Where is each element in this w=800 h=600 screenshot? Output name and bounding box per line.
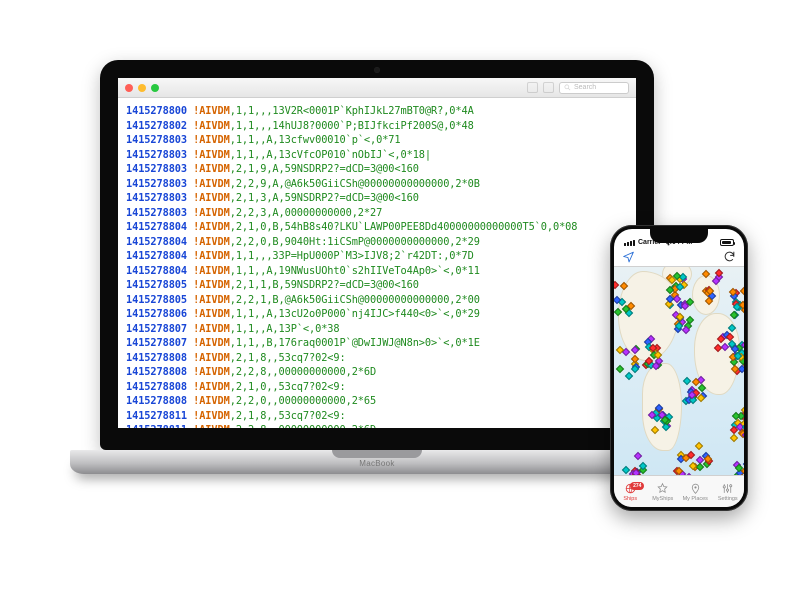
tab-label: MyShips xyxy=(652,496,673,502)
minimize-icon[interactable] xyxy=(138,84,146,92)
ship-markers-layer xyxy=(614,267,744,475)
laptop-bezel: Search 1415278800 !AIVDM,1,1,,,13V2R<000… xyxy=(100,60,654,450)
tab-bar: 274 Ships MyShips My Places Settings xyxy=(614,475,744,507)
sidebar-toggle-icon[interactable] xyxy=(527,82,538,93)
signal-icon xyxy=(624,240,635,246)
ship-marker[interactable] xyxy=(619,281,627,289)
ship-marker[interactable] xyxy=(624,371,632,379)
iphone-device: Carrier 3:04 PM 274 xyxy=(610,225,748,511)
window-titlebar[interactable]: Search xyxy=(118,78,636,98)
macbook-device: Search 1415278800 !AIVDM,1,1,,,13V2R<000… xyxy=(70,60,684,510)
iphone-screen: Carrier 3:04 PM 274 xyxy=(614,229,744,507)
ship-marker[interactable] xyxy=(695,442,703,450)
tab-ships[interactable]: 274 Ships xyxy=(614,476,647,507)
view-mode-icon[interactable] xyxy=(543,82,554,93)
ship-marker[interactable] xyxy=(683,376,691,384)
search-input[interactable]: Search xyxy=(559,82,629,94)
nav-bar xyxy=(614,247,744,267)
refresh-icon[interactable] xyxy=(723,250,736,263)
laptop-brand-label: MacBook xyxy=(359,459,394,468)
search-placeholder: Search xyxy=(574,84,596,91)
traffic-lights xyxy=(125,84,159,92)
laptop-screen: Search 1415278800 !AIVDM,1,1,,,13V2R<000… xyxy=(118,78,636,428)
ship-marker[interactable] xyxy=(702,270,710,278)
close-icon[interactable] xyxy=(125,84,133,92)
ship-marker[interactable] xyxy=(614,280,619,288)
search-icon xyxy=(564,84,571,91)
ship-marker[interactable] xyxy=(740,287,744,295)
zoom-icon[interactable] xyxy=(151,84,159,92)
ais-log-viewer[interactable]: 1415278800 !AIVDM,1,1,,,13V2R<0001P`KphI… xyxy=(118,98,636,428)
tab-myships[interactable]: MyShips xyxy=(647,476,680,507)
tab-myplaces[interactable]: My Places xyxy=(679,476,712,507)
sliders-icon xyxy=(721,482,734,495)
tab-label: Settings xyxy=(718,496,738,502)
tab-label: Ships xyxy=(623,496,637,502)
tab-settings[interactable]: Settings xyxy=(712,476,745,507)
pin-icon xyxy=(689,482,702,495)
battery-icon xyxy=(720,239,734,246)
ship-marker[interactable] xyxy=(728,324,736,332)
star-icon xyxy=(656,482,669,495)
iphone-notch xyxy=(650,229,708,243)
world-map[interactable] xyxy=(614,267,744,475)
ships-count-badge: 274 xyxy=(630,482,644,490)
tab-label: My Places xyxy=(683,496,708,502)
ship-marker[interactable] xyxy=(634,451,642,459)
ship-marker[interactable] xyxy=(651,426,659,434)
camera-dot xyxy=(374,67,380,73)
ship-marker[interactable] xyxy=(730,434,738,442)
ship-marker[interactable] xyxy=(616,365,624,373)
locate-icon[interactable] xyxy=(622,250,635,263)
